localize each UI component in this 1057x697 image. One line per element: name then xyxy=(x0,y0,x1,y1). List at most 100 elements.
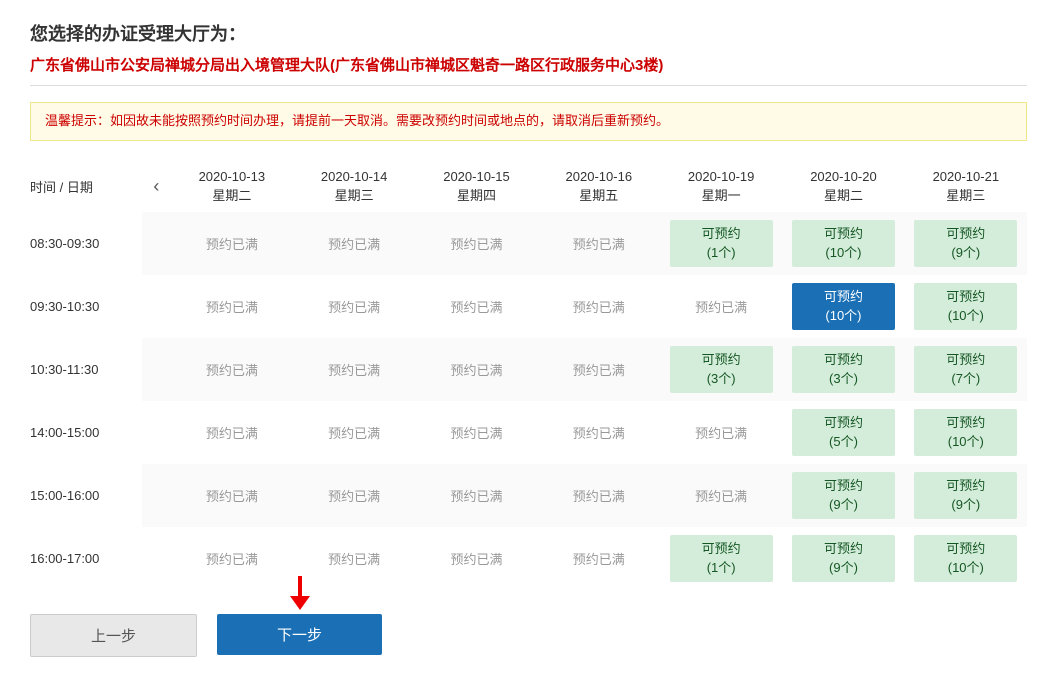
cell-full-label: 预约已满 xyxy=(206,552,258,567)
button-row: 上一步 下一步 xyxy=(30,614,1027,677)
calendar-cell-0-3: 预约已满 xyxy=(538,212,660,275)
calendar-cell-3-5[interactable]: 可预约(5个) xyxy=(782,401,904,464)
calendar-cell-0-5[interactable]: 可预约(10个) xyxy=(782,212,904,275)
cell-full-label: 预约已满 xyxy=(573,237,625,252)
cell-full-label: 预约已满 xyxy=(450,237,502,252)
calendar-cell-4-6[interactable]: 可预约(9个) xyxy=(905,464,1027,527)
cell-available[interactable]: 可预约(7个) xyxy=(914,346,1017,393)
calendar-cell-5-4[interactable]: 可预约(1个) xyxy=(660,527,782,590)
cell-available[interactable]: 可预约(9个) xyxy=(792,472,895,519)
calendar-cell-3-1: 预约已满 xyxy=(293,401,415,464)
cell-available[interactable]: 可预约(5个) xyxy=(792,409,895,456)
cell-full-label: 预约已满 xyxy=(695,489,747,504)
table-row: 09:30-10:30预约已满预约已满预约已满预约已满预约已满可预约(10个)可… xyxy=(30,275,1027,338)
hall-name: 广东省佛山市公安局禅城分局出入境管理大队(广东省佛山市禅城区魁奇一路区行政服务中… xyxy=(30,54,1027,86)
calendar-cell-3-3: 预约已满 xyxy=(538,401,660,464)
table-row: 10:30-11:30预约已满预约已满预约已满预约已满可预约(3个)可预约(3个… xyxy=(30,338,1027,401)
cell-available[interactable]: 可预约(1个) xyxy=(670,220,773,267)
calendar-cell-1-3: 预约已满 xyxy=(538,275,660,338)
cell-available[interactable]: 可预约(10个) xyxy=(792,220,895,267)
calendar-cell-1-5[interactable]: 可预约(10个) xyxy=(782,275,904,338)
cell-available[interactable]: 可预约(9个) xyxy=(914,472,1017,519)
nav-spacer xyxy=(142,212,171,275)
table-row: 15:00-16:00预约已满预约已满预约已满预约已满预约已满可预约(9个)可预… xyxy=(30,464,1027,527)
cell-full-label: 预约已满 xyxy=(206,426,258,441)
calendar-cell-3-6[interactable]: 可预约(10个) xyxy=(905,401,1027,464)
cell-full-label: 预约已满 xyxy=(328,363,380,378)
calendar-cell-4-4: 预约已满 xyxy=(660,464,782,527)
time-col-header: 时间 / 日期 xyxy=(30,161,142,212)
nav-spacer xyxy=(142,275,171,338)
cell-full-label: 预约已满 xyxy=(450,363,502,378)
time-cell-1: 09:30-10:30 xyxy=(30,275,142,338)
cell-full-label: 预约已满 xyxy=(695,300,747,315)
calendar-cell-2-1: 预约已满 xyxy=(293,338,415,401)
cell-full-label: 预约已满 xyxy=(206,300,258,315)
next-button-wrapper: 下一步 xyxy=(217,614,382,657)
cell-full-label: 预约已满 xyxy=(573,363,625,378)
calendar-cell-0-2: 预约已满 xyxy=(415,212,537,275)
cell-full-label: 预约已满 xyxy=(573,426,625,441)
cell-available[interactable]: 可预约(9个) xyxy=(914,220,1017,267)
cell-full-label: 预约已满 xyxy=(450,552,502,567)
cell-full-label: 预约已满 xyxy=(328,426,380,441)
page-label: 您选择的办证受理大厅为： xyxy=(30,20,1027,46)
cell-available[interactable]: 可预约(9个) xyxy=(792,535,895,582)
calendar-cell-0-6[interactable]: 可预约(9个) xyxy=(905,212,1027,275)
cell-full-label: 预约已满 xyxy=(328,237,380,252)
calendar-cell-0-4[interactable]: 可预约(1个) xyxy=(660,212,782,275)
calendar-cell-4-0: 预约已满 xyxy=(171,464,293,527)
date-header-0: 2020-10-13星期二 xyxy=(171,161,293,212)
calendar-cell-4-5[interactable]: 可预约(9个) xyxy=(782,464,904,527)
cell-full-label: 预约已满 xyxy=(450,489,502,504)
calendar-cell-2-3: 预约已满 xyxy=(538,338,660,401)
calendar-cell-0-1: 预约已满 xyxy=(293,212,415,275)
time-cell-0: 08:30-09:30 xyxy=(30,212,142,275)
prev-nav-button[interactable]: ‹ xyxy=(149,176,163,197)
cell-full-label: 预约已满 xyxy=(450,426,502,441)
calendar-cell-5-3: 预约已满 xyxy=(538,527,660,590)
calendar-cell-1-0: 预约已满 xyxy=(171,275,293,338)
calendar-cell-2-5[interactable]: 可预约(3个) xyxy=(782,338,904,401)
calendar-cell-2-6[interactable]: 可预约(7个) xyxy=(905,338,1027,401)
time-cell-4: 15:00-16:00 xyxy=(30,464,142,527)
arrow-shaft xyxy=(298,576,302,596)
cell-available[interactable]: 可预约(10个) xyxy=(914,283,1017,330)
cell-available[interactable]: 可预约(10个) xyxy=(914,535,1017,582)
cell-full-label: 预约已满 xyxy=(573,552,625,567)
nav-spacer xyxy=(142,401,171,464)
calendar-section: 时间 / 日期‹2020-10-13星期二2020-10-14星期三2020-1… xyxy=(30,161,1027,590)
nav-spacer xyxy=(142,464,171,527)
date-header-3: 2020-10-16星期五 xyxy=(538,161,660,212)
calendar-cell-3-0: 预约已满 xyxy=(171,401,293,464)
calendar-cell-1-6[interactable]: 可预约(10个) xyxy=(905,275,1027,338)
prev-button[interactable]: 上一步 xyxy=(30,614,197,657)
cell-available[interactable]: 可预约(1个) xyxy=(670,535,773,582)
cell-available[interactable]: 可预约(3个) xyxy=(670,346,773,393)
calendar-cell-3-2: 预约已满 xyxy=(415,401,537,464)
nav-prev-cell[interactable]: ‹ xyxy=(142,161,171,212)
date-header-6: 2020-10-21星期三 xyxy=(905,161,1027,212)
cell-full-label: 预约已满 xyxy=(328,552,380,567)
cell-full-label: 预约已满 xyxy=(573,489,625,504)
cell-available[interactable]: 可预约(3个) xyxy=(792,346,895,393)
calendar-cell-3-4: 预约已满 xyxy=(660,401,782,464)
arrow-head xyxy=(290,596,310,610)
calendar-cell-1-4: 预约已满 xyxy=(660,275,782,338)
calendar-cell-4-2: 预约已满 xyxy=(415,464,537,527)
cell-available[interactable]: 可预约(10个) xyxy=(914,409,1017,456)
date-header-4: 2020-10-19星期一 xyxy=(660,161,782,212)
calendar-cell-2-4[interactable]: 可预约(3个) xyxy=(660,338,782,401)
next-button[interactable]: 下一步 xyxy=(217,614,382,655)
calendar-cell-5-0: 预约已满 xyxy=(171,527,293,590)
calendar-cell-1-1: 预约已满 xyxy=(293,275,415,338)
calendar-cell-5-5[interactable]: 可预约(9个) xyxy=(782,527,904,590)
cell-available[interactable]: 可预约(10个) xyxy=(792,283,895,330)
table-row: 14:00-15:00预约已满预约已满预约已满预约已满预约已满可预约(5个)可预… xyxy=(30,401,1027,464)
nav-spacer xyxy=(142,338,171,401)
calendar-cell-0-0: 预约已满 xyxy=(171,212,293,275)
calendar-cell-4-1: 预约已满 xyxy=(293,464,415,527)
calendar-cell-1-2: 预约已满 xyxy=(415,275,537,338)
calendar-cell-5-6[interactable]: 可预约(10个) xyxy=(905,527,1027,590)
table-row: 08:30-09:30 预约已满 预约已满 预约已满 预约已满 可预约(1个) 可预约(10… xyxy=(30,212,1027,275)
